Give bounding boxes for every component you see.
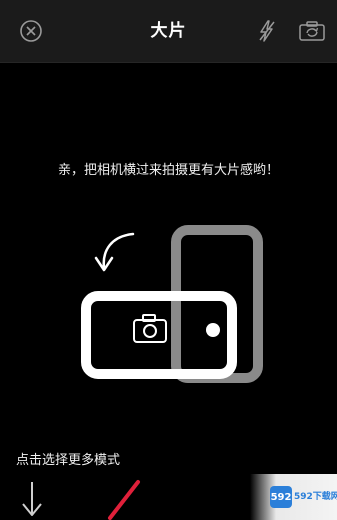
rotate-hint-text: 亲，把相机横过来拍摄更有大片感哟！ — [57, 163, 279, 178]
rotate-arrow-icon — [94, 232, 135, 272]
flash-off-icon — [259, 20, 275, 42]
flash-button[interactable] — [252, 16, 282, 46]
watermark-logo: 592 — [270, 486, 292, 508]
red-highlight-stroke — [108, 480, 140, 520]
rotate-phone-illustration — [0, 210, 337, 400]
top-bar: 大片 — [0, 0, 337, 63]
landscape-phone-outline — [81, 291, 237, 379]
switch-camera-button[interactable] — [293, 16, 331, 46]
more-modes-hint: 点击选择更多模式 — [16, 453, 121, 468]
watermark: 592 592下载网 — [250, 474, 337, 520]
watermark-text: 592下载网 — [294, 492, 337, 502]
down-arrow-icon[interactable] — [18, 478, 46, 520]
switch-camera-icon — [299, 21, 325, 41]
page-title: 大片 — [150, 21, 187, 41]
portrait-phone-outline — [171, 225, 263, 383]
camera-icon — [133, 314, 167, 343]
